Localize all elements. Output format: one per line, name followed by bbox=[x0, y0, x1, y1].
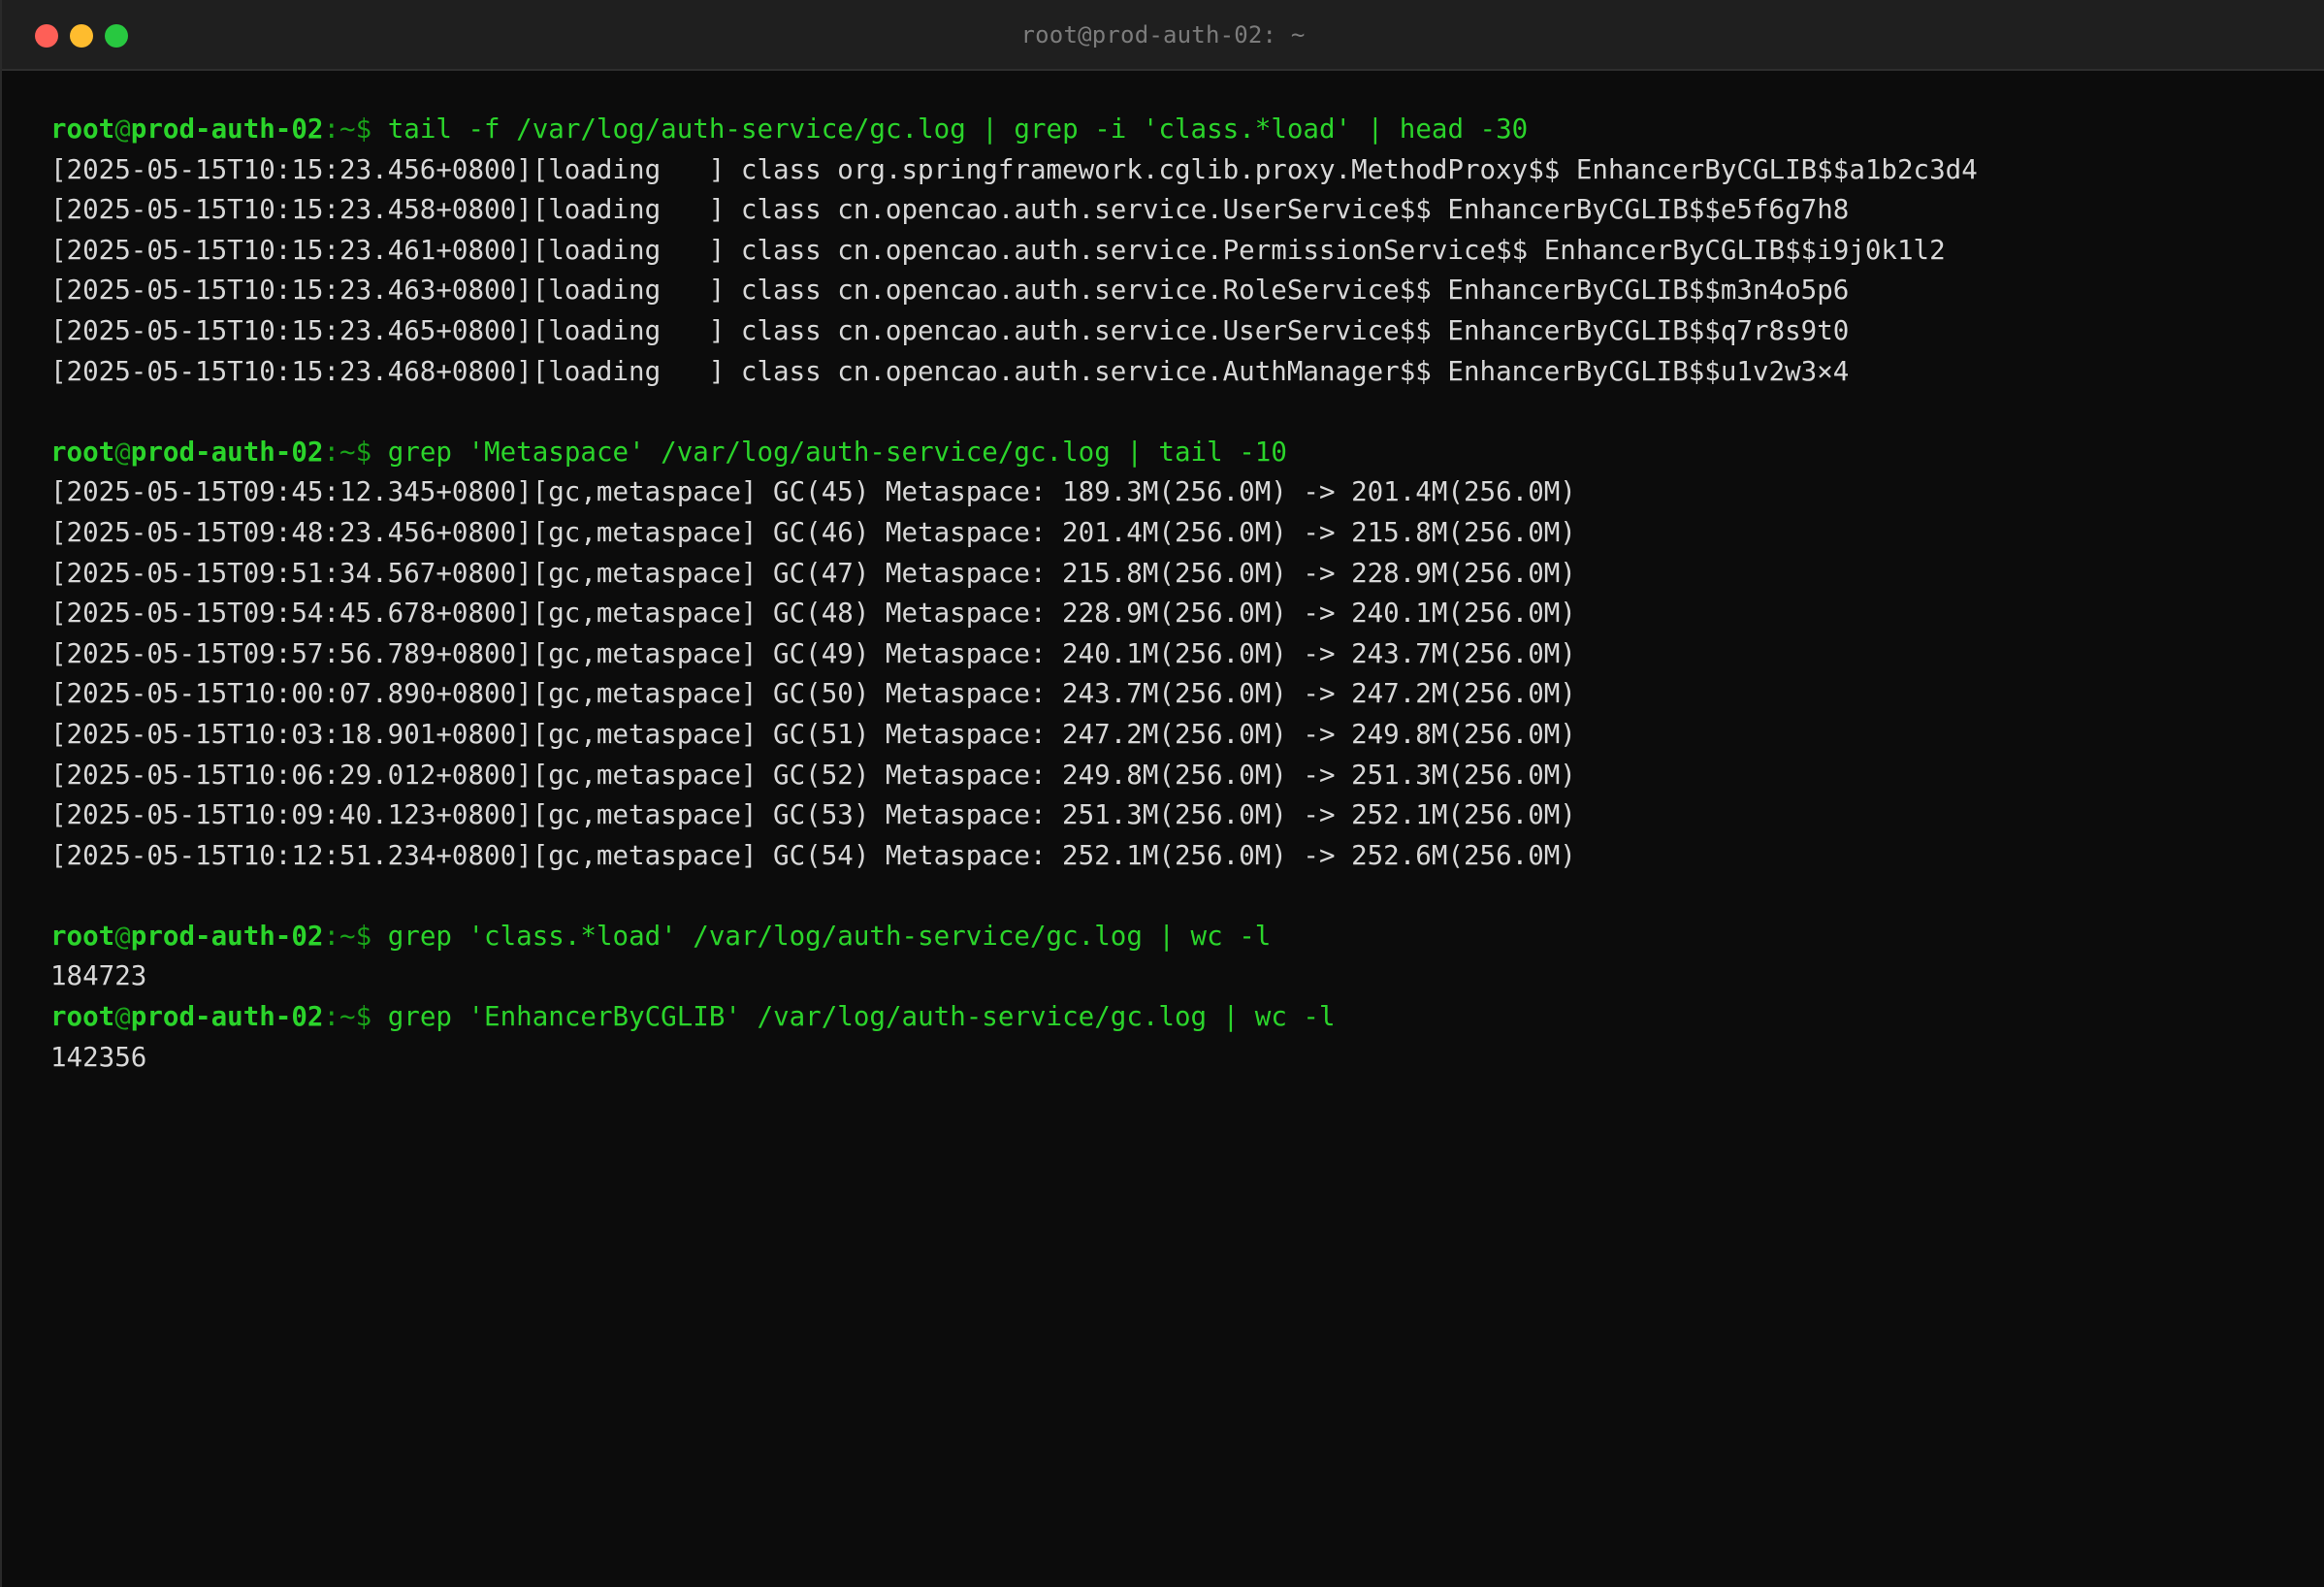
output-line: [2025-05-15T10:15:23.468+0800][loading ]… bbox=[50, 355, 1850, 387]
command-text: grep 'Metaspace' /var/log/auth-service/g… bbox=[387, 436, 1287, 468]
command-line: root@prod-auth-02:~$ tail -f /var/log/au… bbox=[50, 110, 2285, 150]
prompt-suffix: :~$ bbox=[323, 113, 388, 145]
prompt-at: @ bbox=[114, 113, 131, 145]
prompt-host: prod-auth-02 bbox=[130, 113, 324, 145]
output-line: [2025-05-15T10:03:18.901+0800][gc,metasp… bbox=[50, 718, 1576, 750]
prompt-user: root bbox=[50, 113, 115, 145]
window-title: root@prod-auth-02: ~ bbox=[1020, 21, 1306, 49]
output-line: 184723 bbox=[50, 960, 147, 992]
prompt-suffix: :~$ bbox=[323, 1001, 388, 1033]
prompt-at: @ bbox=[114, 920, 131, 952]
prompt-at: @ bbox=[114, 1001, 131, 1033]
output-line: [2025-05-15T09:54:45.678+0800][gc,metasp… bbox=[50, 598, 1576, 630]
output-line: [2025-05-15T09:45:12.345+0800][gc,metasp… bbox=[50, 476, 1576, 508]
output-line: [2025-05-15T10:09:40.123+0800][gc,metasp… bbox=[50, 799, 1576, 831]
command-line: root@prod-auth-02:~$ grep 'EnhancerByCGL… bbox=[50, 997, 2285, 1038]
output-line: [2025-05-15T09:57:56.789+0800][gc,metasp… bbox=[50, 637, 1576, 669]
command-line: root@prod-auth-02:~$ grep 'Metaspace' /v… bbox=[50, 433, 2285, 473]
output-line: [2025-05-15T10:15:23.465+0800][loading ]… bbox=[50, 314, 1850, 346]
output-line: [2025-05-15T10:15:23.463+0800][loading ]… bbox=[50, 275, 1850, 307]
output-line: [2025-05-15T09:48:23.456+0800][gc,metasp… bbox=[50, 516, 1576, 548]
command-text: tail -f /var/log/auth-service/gc.log | g… bbox=[387, 113, 1529, 145]
prompt-host: prod-auth-02 bbox=[130, 1001, 324, 1033]
output-line: [2025-05-15T10:15:23.456+0800][loading ]… bbox=[50, 153, 1978, 185]
prompt-user: root bbox=[50, 1001, 115, 1033]
terminal-window: root@prod-auth-02: ~ root@prod-auth-02:~… bbox=[0, 0, 2324, 1587]
output-line: 142356 bbox=[50, 1041, 147, 1073]
terminal-output[interactable]: root@prod-auth-02:~$ tail -f /var/log/au… bbox=[50, 110, 2285, 1078]
output-line: [2025-05-15T10:15:23.461+0800][loading ]… bbox=[50, 234, 1946, 266]
title-bar[interactable]: root@prod-auth-02: ~ bbox=[2, 0, 2324, 71]
output-line: [2025-05-15T10:12:51.234+0800][gc,metasp… bbox=[50, 839, 1576, 871]
prompt-at: @ bbox=[114, 436, 131, 468]
prompt-host: prod-auth-02 bbox=[130, 436, 324, 468]
prompt-host: prod-auth-02 bbox=[130, 920, 324, 952]
command-text: grep 'class.*load' /var/log/auth-service… bbox=[387, 920, 1272, 952]
output-line: [2025-05-15T09:51:34.567+0800][gc,metasp… bbox=[50, 557, 1576, 589]
output-line: [2025-05-15T10:15:23.458+0800][loading ]… bbox=[50, 194, 1850, 226]
prompt-suffix: :~$ bbox=[323, 920, 388, 952]
prompt-suffix: :~$ bbox=[323, 436, 388, 468]
output-line: [2025-05-15T10:00:07.890+0800][gc,metasp… bbox=[50, 678, 1576, 710]
prompt-user: root bbox=[50, 920, 115, 952]
prompt-user: root bbox=[50, 436, 115, 468]
command-text: grep 'EnhancerByCGLIB' /var/log/auth-ser… bbox=[387, 1001, 1336, 1033]
command-line: root@prod-auth-02:~$ grep 'class.*load' … bbox=[50, 917, 2285, 957]
output-line: [2025-05-15T10:06:29.012+0800][gc,metasp… bbox=[50, 759, 1576, 791]
